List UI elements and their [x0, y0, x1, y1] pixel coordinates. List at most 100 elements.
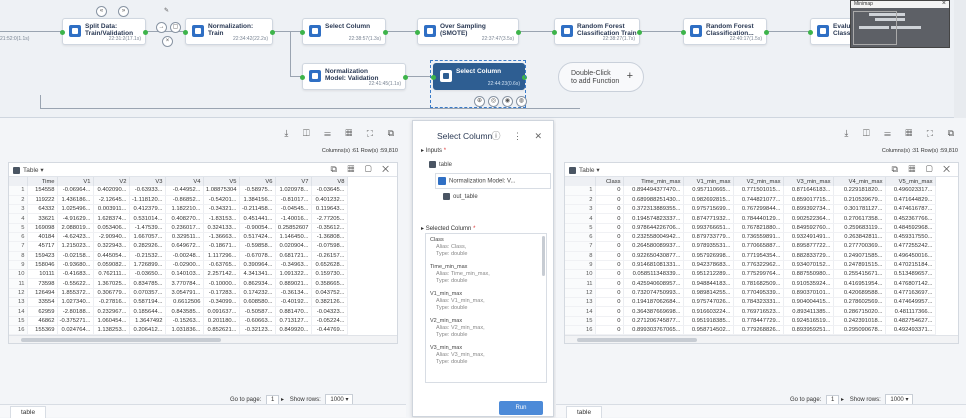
table-row[interactable]: 1 154558 -0.06964... 0.402090... -0.63933...… — [9, 186, 348, 196]
table-row[interactable]: 14 62959 -2.80188... 0.232967... 0.185644...… — [9, 306, 348, 317]
close-icon[interactable]: × — [162, 36, 173, 47]
node-action-icon[interactable]: ◎ — [488, 96, 499, 107]
table-label[interactable]: Table ▾ — [569, 166, 600, 174]
pipeline-node-select1[interactable]: Select Column 22:38:57(1.3s) — [300, 18, 388, 45]
table-row[interactable]: 15 46862 -0.375271... 1.060454... 1.3647492-… — [9, 316, 348, 326]
table-row[interactable]: 5 169098 2.088019... 0.053406... -1.47539...… — [9, 223, 348, 234]
table-row[interactable]: 7 0 0.264580089937... 0.978935531... 0.77066… — [565, 241, 936, 252]
table-row[interactable]: 10 10111 -0.41683... 0.762111... -0.03650...… — [9, 269, 348, 280]
column-header[interactable]: V4 — [165, 177, 204, 186]
minimap-viewport[interactable] — [853, 11, 897, 45]
horizontal-scrollbar[interactable] — [565, 335, 958, 344]
table-row[interactable]: 2 119222 1.436186... -2.12645... -1.118120..… — [9, 195, 348, 206]
table-row[interactable]: 9 0 0.914681081331... 0.942378683... 0.77632… — [565, 260, 936, 271]
node-action-icon[interactable]: ⊕ — [474, 96, 485, 107]
node-action-icon[interactable]: ◍ — [516, 96, 527, 107]
close-icon[interactable]: × — [942, 0, 946, 7]
table-row[interactable]: 10 0 0.058511348339... 0.951212289... 0.7752… — [565, 269, 936, 280]
input-port[interactable] — [808, 30, 813, 35]
column-header[interactable]: Time — [27, 177, 58, 186]
pipeline-canvas[interactable]: 21:52:0(1.1s) « » → ▢ × ✎ Split Data: Tr… — [0, 0, 966, 118]
pipeline-node-smote[interactable]: Over Sampling (SMOTE) 22:37:47(3.5s) — [415, 18, 521, 45]
add-function-placeholder[interactable]: Double-Click to add Function + — [558, 62, 644, 92]
input-port[interactable] — [552, 30, 557, 35]
copy-icon[interactable]: ▢ — [170, 22, 181, 33]
column-header[interactable]: V8 — [311, 177, 348, 186]
column-header[interactable]: V5_min_max — [885, 177, 936, 186]
selected-column-item[interactable]: Class Alias: Class, Type: double — [426, 234, 546, 261]
selected-column-list[interactable]: Class Alias: Class, Type: double Time_min_m… — [425, 233, 547, 383]
node-action-icon[interactable]: ◉ — [502, 96, 513, 107]
table-row[interactable]: 3 64332 1.025496... 0.003911... 0.412379... 1… — [9, 204, 348, 215]
column-header[interactable]: V1 — [57, 177, 94, 186]
table-actions[interactable]: ⧉ ▦ ▢ ✕ — [892, 164, 954, 175]
tab-table[interactable]: table — [10, 406, 47, 418]
table-row[interactable]: 7 45717 1.215023... 0.322943... 0.282926... 0… — [9, 241, 348, 252]
output-port[interactable] — [764, 30, 769, 35]
selected-column-item[interactable]: V3_min_max Alias: V3_min_max, Type: double — [426, 342, 546, 369]
pipeline-node-rf-cls[interactable]: Random Forest Classification... 22:40:17(… — [681, 18, 769, 45]
pipeline-node-norm-train[interactable]: Normalization: Train 22:34:42(22.2s) — [183, 18, 275, 45]
table-row[interactable]: 11 0 0.425940608957... 0.948844183... 0.7816… — [565, 278, 936, 289]
input-port[interactable] — [415, 30, 420, 35]
column-header[interactable]: V3_min_max — [783, 177, 834, 186]
table-row[interactable]: 16 0 0.899303767065... 0.958714502... 0.7792… — [565, 325, 936, 336]
table-row[interactable]: 4 0 0.194574823337... 0.874771932... 0.78444… — [565, 213, 936, 224]
input-source[interactable]: Normalization Model: V... — [435, 173, 551, 189]
edit-icon[interactable]: ✎ — [161, 7, 172, 18]
pipeline-node-rf-train[interactable]: Random Forest Classification Train 22:38:… — [552, 18, 642, 45]
expand-icon[interactable]: » — [118, 6, 129, 17]
column-header[interactable]: V1_min_max — [683, 177, 734, 186]
output-port[interactable] — [403, 75, 408, 80]
column-header[interactable] — [9, 177, 28, 186]
collapse-icon[interactable]: « — [96, 6, 107, 17]
panel-toolbar[interactable]: ⤓ ◫ ☰ ▦ ⛶ ⧉ — [844, 128, 960, 139]
column-header[interactable]: V2 — [93, 177, 130, 186]
column-header[interactable]: V7 — [275, 177, 312, 186]
tab-table[interactable]: table — [566, 406, 603, 418]
arrow-right-icon[interactable]: → — [156, 22, 167, 33]
table-row[interactable]: 2 0 0.689988251430... 0.982692815... 0.74482… — [565, 195, 936, 206]
column-header[interactable] — [565, 177, 596, 186]
table-label[interactable]: Table ▾ — [13, 166, 44, 174]
selected-column-section[interactable]: ▸ Selected Column * — [421, 225, 475, 232]
table-row[interactable]: 8 0 0.922650430877... 0.957926998... 0.77195… — [565, 251, 936, 261]
output-port[interactable] — [383, 30, 388, 35]
selected-column-item[interactable]: Time_min_max Alias: Time_min_max, Type: do… — [426, 261, 546, 288]
column-header[interactable]: V5 — [203, 177, 240, 186]
table-actions[interactable]: ⧉ ▦ ▢ ✕ — [331, 164, 393, 175]
vertical-scrollbar[interactable] — [954, 0, 966, 118]
input-port[interactable] — [300, 75, 305, 80]
input-port[interactable] — [300, 30, 305, 35]
pipeline-node-norm-val[interactable]: Normalization Model: Validation 22:41:45(… — [300, 63, 408, 90]
table-row[interactable]: 13 0 0.194187062684... 0.975747026... 0.7843… — [565, 297, 936, 308]
panel-header-icons[interactable]: ⓘ ⋮ ✕ — [491, 129, 547, 142]
table-row[interactable]: 5 0 0.978644226706... 0.993766651... 0.76782… — [565, 223, 936, 234]
table-row[interactable]: 4 33621 -4.91629... 1.628374... 0.531014... 0… — [9, 213, 348, 224]
table-row[interactable]: 15 0 0.271206745877... 0.951918385... 0.7784… — [565, 316, 936, 326]
input-port[interactable] — [60, 30, 65, 35]
run-button[interactable]: Run — [499, 401, 543, 415]
table-row[interactable]: 1 0 0.894494377470... 0.957110665... 0.77150… — [565, 186, 936, 196]
selected-column-item[interactable]: V1_min_max Alias: V1_min_max, Type: double — [426, 288, 546, 315]
selected-column-item[interactable]: V2_min_max Alias: V2_min_max, Type: double — [426, 315, 546, 342]
table-row[interactable]: 6 0 0.232558004942... 0.879733779... 0.73655… — [565, 232, 936, 243]
column-header[interactable]: V2_min_max — [733, 177, 784, 186]
output-port[interactable] — [143, 30, 148, 35]
column-header[interactable]: Class — [595, 177, 624, 186]
table-row[interactable]: 14 0 0.364387669698... 0.916603224... 0.7697… — [565, 306, 936, 317]
column-header[interactable]: Time_min_max — [623, 177, 684, 186]
table-row[interactable]: 12 126494 1.855372... 0.306779... 0.070357..… — [9, 288, 348, 299]
table-row[interactable]: 6 40184 -4.62423... -2.90940... 1.667057... 0… — [9, 232, 348, 243]
input-port[interactable] — [183, 30, 188, 35]
horizontal-scrollbar[interactable] — [9, 335, 397, 344]
output-port[interactable] — [270, 30, 275, 35]
table-row[interactable]: 11 73598 -0.55622... 1.367025... 0.834785...… — [9, 278, 348, 289]
table-row[interactable]: 16 155369 0.024764... 1.138253... 0.206412..… — [9, 325, 348, 336]
table-row[interactable]: 8 159423 -0.02158... 0.445054... -0.21532...… — [9, 251, 348, 261]
table-row[interactable]: 13 33554 1.027340... -0.27816... 0.587194...… — [9, 297, 348, 308]
column-header[interactable]: V3 — [129, 177, 166, 186]
input-port[interactable] — [681, 30, 686, 35]
table-row[interactable]: 12 0 0.732074750993... 0.989814255... 0.7704… — [565, 288, 936, 299]
table-row[interactable]: 3 0 0.372313889355... 0.975715699... 0.76729… — [565, 204, 936, 215]
